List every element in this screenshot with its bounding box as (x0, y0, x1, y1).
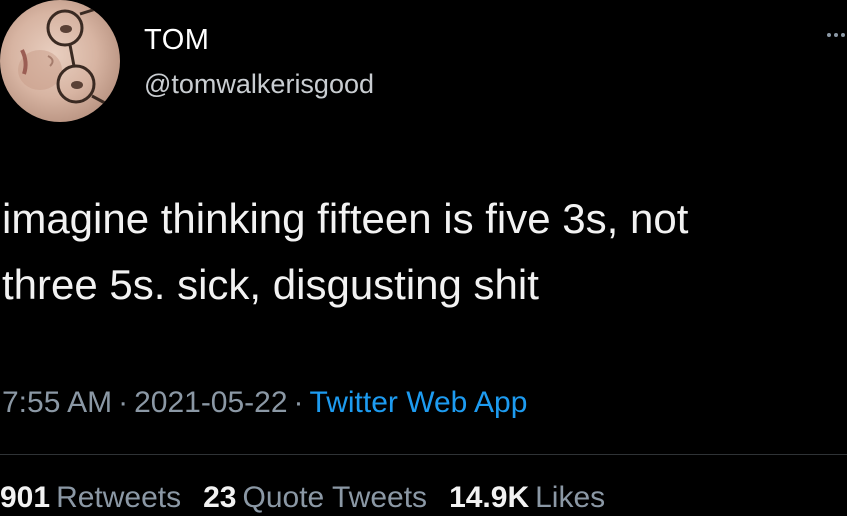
more-dot (834, 33, 838, 37)
likes-count: 14.9K (449, 481, 530, 514)
quote-tweets-stat[interactable]: 23 Quote Tweets (203, 481, 427, 514)
retweets-stat[interactable]: 901 Retweets (0, 481, 181, 514)
avatar[interactable] (0, 0, 120, 122)
tweet-text: imagine thinking fifteen is five 3s, not… (2, 186, 832, 318)
likes-label: Likes (535, 481, 606, 514)
tweet-time[interactable]: 7:55 AM (2, 386, 112, 419)
meta-separator: · (293, 386, 304, 419)
glasses-face-icon (18, 2, 119, 112)
divider (0, 454, 847, 455)
retweets-count: 901 (0, 481, 51, 514)
tweet-meta: 7:55 AM · 2021-05-22 · Twitter Web App (2, 385, 527, 421)
tweet-text-line-2: three 5s. sick, disgusting shit (2, 261, 539, 308)
tweet-card: TOM @tomwalkerisgood imagine thinking fi… (0, 0, 847, 516)
quote-tweets-label: Quote Tweets (242, 481, 428, 514)
more-dot (827, 33, 831, 37)
retweets-label: Retweets (56, 481, 182, 514)
more-options-icon[interactable] (827, 30, 845, 40)
display-name[interactable]: TOM (144, 24, 209, 56)
tweet-date[interactable]: 2021-05-22 (134, 386, 287, 419)
meta-separator: · (118, 386, 129, 419)
tweet-text-line-1: imagine thinking fifteen is five 3s, not (2, 195, 689, 242)
tweet-stats: 901 Retweets 23 Quote Tweets 14.9K Likes (0, 480, 627, 516)
user-handle[interactable]: @tomwalkerisgood (144, 68, 374, 100)
tweet-source-link[interactable]: Twitter Web App (310, 386, 528, 419)
more-dot (841, 33, 845, 37)
quote-tweets-count: 23 (203, 481, 237, 514)
likes-stat[interactable]: 14.9K Likes (449, 481, 605, 514)
